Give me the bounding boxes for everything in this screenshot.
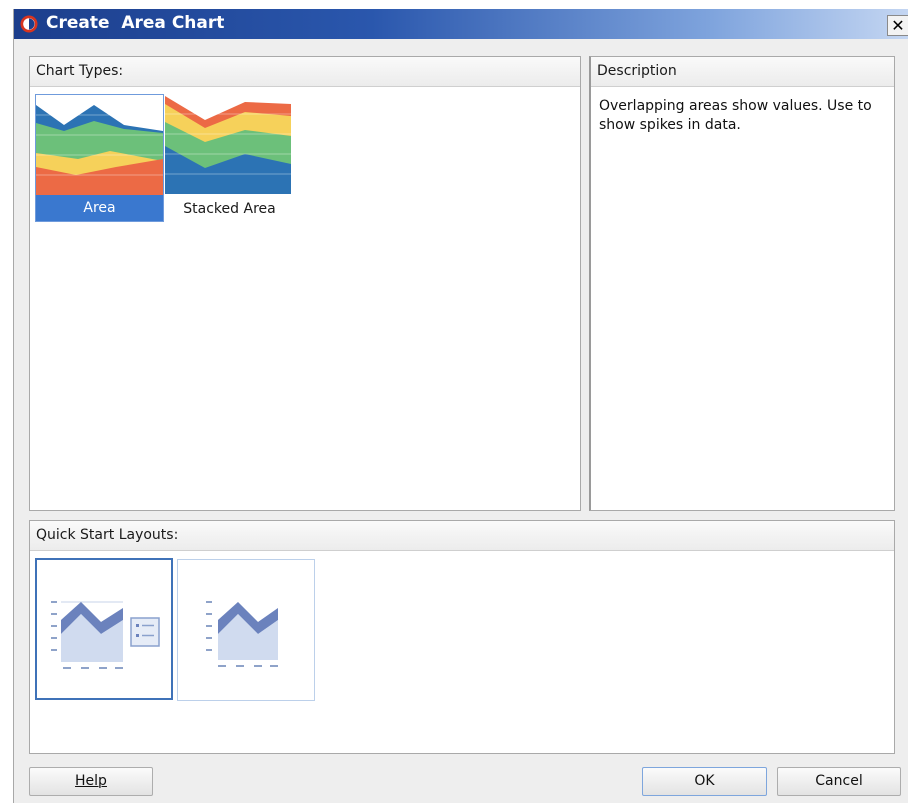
help-button-label: Help <box>75 773 107 789</box>
cancel-button-label: Cancel <box>815 773 863 789</box>
cancel-button[interactable]: Cancel <box>777 767 901 796</box>
close-button[interactable]: ✕ <box>887 15 908 36</box>
chart-types-header: Chart Types: <box>30 57 580 87</box>
chart-type-stacked-area[interactable]: Stacked Area <box>165 94 294 222</box>
quick-start-header: Quick Start Layouts: <box>30 521 894 551</box>
quick-start-label: Quick Start Layouts: <box>36 527 179 543</box>
close-icon: ✕ <box>891 16 905 35</box>
ok-button-label: OK <box>694 773 715 789</box>
ok-button[interactable]: OK <box>642 767 767 796</box>
description-header: Description <box>591 57 894 87</box>
area-chart-icon <box>36 95 163 195</box>
description-label: Description <box>597 63 677 79</box>
area-label: Area <box>36 195 163 221</box>
create-area-chart-dialog: Create Area Chart ✕ Chart Types: Area St… <box>13 9 908 803</box>
description-panel: Description Overlapping areas show value… <box>589 56 895 511</box>
help-button[interactable]: Help <box>29 767 153 796</box>
dialog-title: Create Area Chart <box>46 13 225 33</box>
chart-types-panel: Chart Types: Area Stacked Area <box>29 56 581 511</box>
title-bar[interactable]: Create Area Chart ✕ <box>14 9 908 39</box>
quick-start-layouts-panel: Quick Start Layouts: <box>29 520 895 754</box>
layout-chart-with-legend[interactable] <box>35 558 173 700</box>
stacked-area-chart-icon <box>165 94 294 194</box>
description-text: Overlapping areas show values. Use to sh… <box>599 98 872 133</box>
oracle-app-icon <box>20 15 38 33</box>
chart-only-icon <box>206 601 278 667</box>
stacked-area-label: Stacked Area <box>183 201 276 217</box>
layout-chart-only[interactable] <box>177 559 315 701</box>
chart-types-label: Chart Types: <box>36 63 124 79</box>
chart-with-legend-icon <box>51 601 160 669</box>
chart-type-area[interactable]: Area <box>35 94 164 222</box>
